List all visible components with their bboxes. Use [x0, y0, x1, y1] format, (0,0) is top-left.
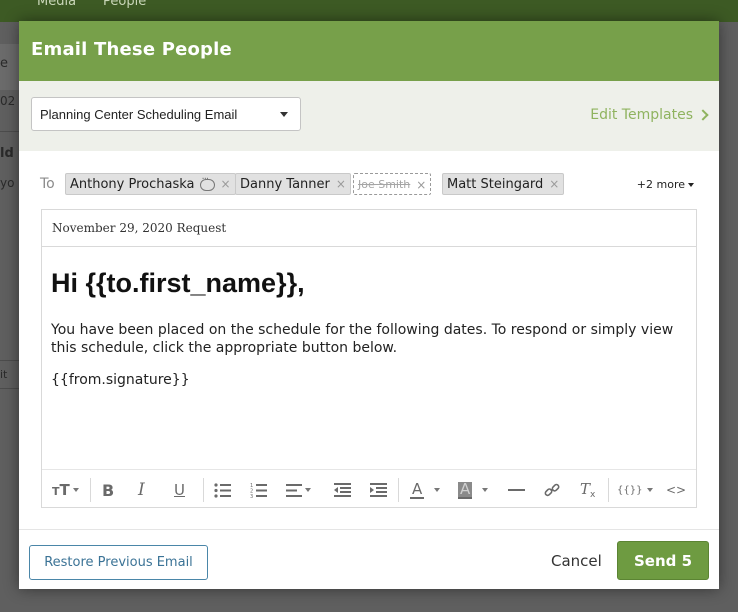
- recipient-name: Joe Smith: [358, 178, 411, 191]
- more-recipients-label: +2 more: [636, 178, 685, 191]
- link-button[interactable]: [544, 480, 560, 500]
- caret-down-icon: [482, 488, 489, 492]
- code-view-button[interactable]: <>: [666, 480, 686, 500]
- modal-title: Email These People: [31, 39, 232, 60]
- curly-braces-icon: {{}}: [617, 484, 643, 496]
- editor-toolbar: TTTT B I U 1: [42, 469, 696, 507]
- caret-down-icon: [647, 488, 654, 492]
- cancel-button[interactable]: Cancel: [551, 552, 602, 570]
- toolbar-separator: [203, 478, 204, 502]
- edit-templates-link[interactable]: Edit Templates: [590, 107, 709, 123]
- more-recipients-dropdown[interactable]: +2 more: [637, 178, 694, 191]
- email-body-editor[interactable]: Hi {{to.first_name}}, You have been plac…: [41, 246, 697, 508]
- remove-recipient-icon[interactable]: ×: [221, 177, 231, 191]
- email-signature: {{from.signature}}: [51, 372, 190, 388]
- caret-down-icon: [72, 488, 79, 492]
- align-left-icon: [286, 483, 302, 497]
- recipient-name: Matt Steingard: [447, 177, 544, 192]
- nav-tab-people[interactable]: People: [103, 0, 146, 9]
- app-top-bar: Media People: [0, 0, 738, 22]
- numbered-list-icon: 1 2 3: [250, 483, 267, 498]
- caret-down-icon: [305, 488, 311, 492]
- bold-button[interactable]: B: [102, 480, 114, 500]
- bullet-list-icon: [214, 482, 231, 498]
- template-select-value: Planning Center Scheduling Email: [40, 107, 238, 122]
- template-bar: Planning Center Scheduling Email Edit Te…: [19, 81, 719, 151]
- modal-header: Email These People: [19, 21, 719, 81]
- italic-button[interactable]: I: [138, 480, 145, 500]
- bg-text-fragment: yo: [0, 176, 15, 190]
- recipients-row: To Anthony Prochaska × Danny Tanner × Jo…: [19, 171, 719, 197]
- email-greeting: Hi {{to.first_name}},: [51, 268, 305, 298]
- remove-recipient-icon[interactable]: ×: [549, 177, 559, 191]
- outdent-icon: [334, 483, 351, 497]
- bold-icon: B: [102, 480, 115, 500]
- caret-down-icon: [434, 488, 441, 492]
- modal-footer: Restore Previous Email Cancel Send 5: [19, 529, 719, 589]
- send-button[interactable]: Send 5: [617, 541, 709, 580]
- bullet-list-button[interactable]: [214, 480, 231, 500]
- template-variables-button[interactable]: {{}}: [617, 480, 654, 500]
- subject-field[interactable]: November 29, 2020 Request: [41, 209, 697, 246]
- caret-down-icon: [688, 182, 694, 187]
- link-icon: [544, 483, 560, 497]
- recipient-chip-removed[interactable]: Joe Smith ×: [353, 173, 432, 195]
- italic-icon: I: [138, 480, 145, 500]
- bg-text-fragment: 02: [0, 94, 16, 108]
- recipient-chip[interactable]: Matt Steingard ×: [442, 173, 565, 195]
- align-button[interactable]: [286, 480, 311, 500]
- email-paragraph: You have been placed on the schedule for…: [51, 322, 674, 356]
- numbered-list-button[interactable]: 1 2 3: [250, 480, 267, 500]
- recipient-chip[interactable]: Anthony Prochaska ×: [65, 173, 236, 195]
- highlight-color-icon: A: [458, 479, 473, 499]
- text-color-button[interactable]: A: [410, 479, 441, 500]
- text-color-icon: A: [410, 479, 425, 499]
- toolbar-separator: [608, 478, 609, 502]
- clear-formatting-button[interactable]: TxTx: [580, 480, 595, 500]
- recipient-name: Danny Tanner: [240, 177, 330, 192]
- to-label: To: [40, 176, 55, 192]
- remove-recipient-icon[interactable]: ×: [416, 178, 426, 192]
- bg-text-fragment: it: [0, 368, 8, 381]
- font-size-icon: TTTT: [52, 481, 70, 499]
- caret-down-icon: [280, 112, 288, 117]
- chat-bubble-icon[interactable]: [199, 174, 215, 191]
- remove-recipient-icon[interactable]: ×: [336, 177, 346, 191]
- nav-tab-media[interactable]: Media: [37, 0, 76, 9]
- restore-previous-email-button[interactable]: Restore Previous Email: [29, 545, 208, 580]
- toolbar-separator: [398, 478, 399, 502]
- indent-button[interactable]: [370, 480, 387, 500]
- svg-text:3: 3: [250, 494, 253, 498]
- indent-icon: [370, 483, 387, 497]
- horizontal-rule-icon: [508, 489, 525, 491]
- edit-templates-label: Edit Templates: [590, 107, 693, 123]
- outdent-button[interactable]: [334, 480, 351, 500]
- bg-text-fragment: e: [0, 56, 8, 71]
- email-modal: Email These People Planning Center Sched…: [19, 21, 719, 589]
- recipient-chip[interactable]: Danny Tanner ×: [235, 173, 351, 195]
- background-color-button[interactable]: A: [458, 479, 489, 500]
- bg-text-fragment: ld: [0, 146, 14, 161]
- code-icon: <>: [666, 483, 687, 497]
- horizontal-rule-button[interactable]: [508, 480, 525, 500]
- underline-button[interactable]: U: [174, 480, 185, 500]
- chevron-right-icon: [697, 109, 709, 121]
- underline-icon: U: [174, 481, 185, 499]
- font-size-button[interactable]: TTTT: [52, 480, 79, 500]
- template-select[interactable]: Planning Center Scheduling Email: [31, 97, 301, 131]
- toolbar-separator: [90, 478, 91, 502]
- recipient-name: Anthony Prochaska: [70, 177, 195, 192]
- clear-formatting-icon: TxTx: [580, 480, 596, 500]
